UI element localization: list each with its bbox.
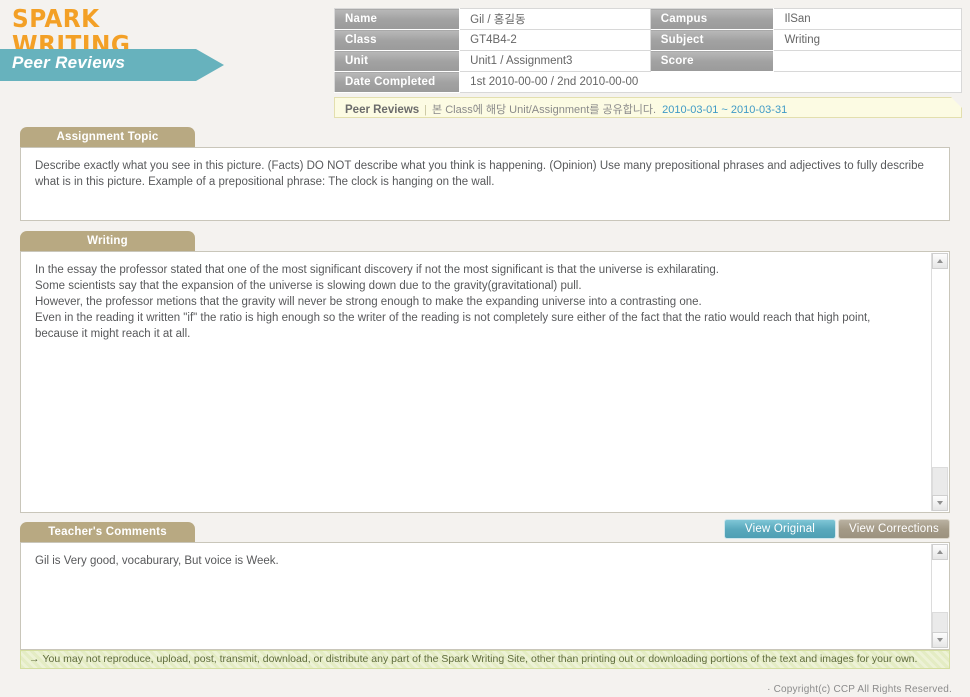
table-row: Unit Unit1 / Assignment3 Score: [333, 50, 962, 72]
usage-notice-text: You may not reproduce, upload, post, tra…: [42, 653, 918, 665]
teacher-comments-panel[interactable]: Gil is Very good, vocaburary, But voice …: [20, 542, 950, 650]
logo-line-spark: SPARK: [12, 4, 100, 33]
writing-body: In the essay the professor stated that o…: [21, 252, 949, 350]
scroll-down-icon[interactable]: [932, 495, 948, 511]
writing-line: In the essay the professor stated that o…: [35, 264, 719, 276]
arrow-right-icon: →: [29, 653, 40, 665]
assignment-topic-panel: Describe exactly what you see in this pi…: [20, 147, 950, 221]
page-fold-icon: [951, 97, 962, 108]
table-row: Class GT4B4-2 Subject Writing: [333, 29, 962, 51]
info-value-unit: Unit1 / Assignment3: [459, 50, 651, 72]
writing-line: Even in the reading it written "if" the …: [35, 312, 871, 340]
info-label-subject: Subject: [649, 29, 775, 51]
writing-scroll-track[interactable]: [932, 269, 948, 499]
teacher-comments-scroll-thumb[interactable]: [932, 612, 948, 634]
notice-separator: |: [424, 104, 428, 116]
info-label-name: Name: [333, 8, 461, 30]
writing-line: Some scientists say that the expansion o…: [35, 280, 582, 292]
scroll-up-icon[interactable]: [932, 253, 948, 269]
info-value-name: Gil / 홍길동: [459, 8, 651, 30]
info-label-class: Class: [333, 29, 461, 51]
writing-line: However, the professor metions that the …: [35, 296, 702, 308]
scroll-up-icon[interactable]: [932, 544, 948, 560]
peer-reviews-notice: Peer Reviews | 본 Class에 해당 Unit/Assignment…: [334, 97, 962, 118]
info-value-score: [773, 50, 962, 72]
info-value-class: GT4B4-2: [459, 29, 651, 51]
banner-arrow-icon: [196, 49, 224, 81]
writing-panel[interactable]: In the essay the professor stated that o…: [20, 251, 950, 513]
notice-body: 본 Class에 해당 Unit/Assignment를 공유합니다.: [432, 104, 657, 116]
assignment-topic-tab: Assignment Topic: [20, 127, 195, 147]
page-title: Peer Reviews: [12, 53, 126, 72]
writing-scrollbar[interactable]: [931, 253, 948, 511]
page-header: SPARK WRITING Peer Reviews Name Gil / 홍길…: [0, 0, 970, 122]
notice-title: Peer Reviews: [345, 104, 420, 116]
info-label-campus: Campus: [649, 8, 775, 30]
teacher-comments-scroll-track[interactable]: [932, 560, 948, 634]
teacher-comments-section: Teacher's Comments Gil is Very good, voc…: [20, 522, 950, 650]
info-value-date-completed: 1st 2010-00-00 / 2nd 2010-00-00: [459, 71, 962, 93]
info-value-campus: IlSan: [773, 8, 962, 30]
teacher-comments-scrollbar[interactable]: [931, 544, 948, 648]
teacher-comments-body: Gil is Very good, vocaburary, But voice …: [35, 555, 279, 567]
assignment-topic-section: Assignment Topic Describe exactly what y…: [20, 127, 950, 221]
info-label-date-completed: Date Completed: [333, 71, 461, 93]
copyright-text: · Copyright(c) CCP All Rights Reserved.: [767, 684, 952, 695]
student-info-table: Name Gil / 홍길동 Campus IlSan Class GT4B4-…: [333, 8, 962, 93]
teacher-comments-tab: Teacher's Comments: [20, 522, 195, 542]
assignment-topic-body: Describe exactly what you see in this pi…: [35, 160, 924, 188]
info-label-score: Score: [649, 50, 775, 72]
info-value-subject: Writing: [773, 29, 962, 51]
table-row: Date Completed 1st 2010-00-00 / 2nd 2010…: [333, 71, 962, 93]
writing-section: Writing In the essay the professor state…: [20, 231, 950, 513]
writing-tab: Writing: [20, 231, 195, 251]
usage-notice: → You may not reproduce, upload, post, tr…: [20, 650, 950, 669]
info-label-unit: Unit: [333, 50, 461, 72]
scroll-down-icon[interactable]: [932, 632, 948, 648]
table-row: Name Gil / 홍길동 Campus IlSan: [333, 8, 962, 30]
notice-date-range: 2010-03-01 ~ 2010-03-31: [662, 104, 788, 116]
